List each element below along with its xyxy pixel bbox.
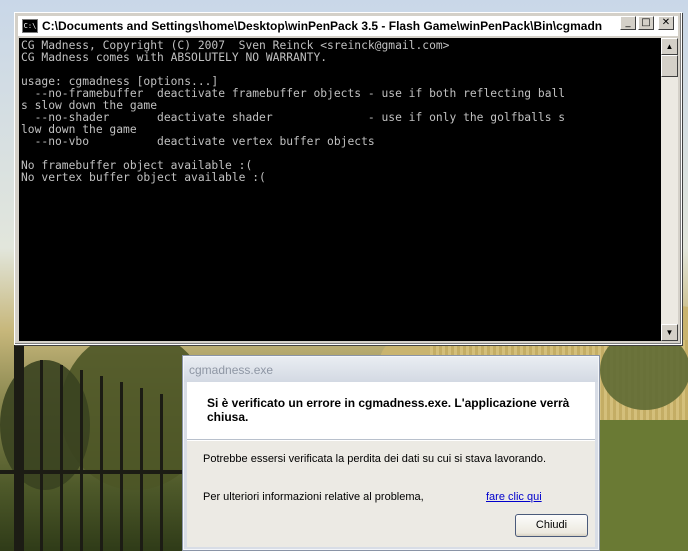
console-window[interactable]: C:\ C:\Documents and Settings\home\Deskt…	[14, 12, 682, 345]
error-message-heading: Si è verificato un errore in cgmadness.e…	[207, 396, 570, 424]
dialog-content: Si è verificato un errore in cgmadness.e…	[187, 382, 595, 547]
wallpaper-grass	[600, 420, 688, 551]
dialog-details: Potrebbe essersi verificata la perdita d…	[187, 441, 595, 547]
wallpaper-gate-bar	[100, 376, 103, 551]
dialog-titlebar[interactable]: cgmadness.exe	[184, 357, 598, 382]
console-window-title: C:\Documents and Settings\home\Desktop\w…	[42, 19, 602, 33]
wallpaper-gate-bar	[120, 382, 123, 551]
wallpaper-gate-bar	[60, 365, 63, 551]
maximize-button[interactable]: □	[638, 16, 654, 30]
close-window-button[interactable]: ✕	[658, 16, 674, 30]
data-loss-warning-text: Potrebbe essersi verificata la perdita d…	[203, 453, 547, 465]
dialog-header: Si è verificato un errore in cgmadness.e…	[187, 382, 595, 440]
scrollbar-thumb[interactable]	[661, 55, 678, 77]
scroll-down-button[interactable]: ▼	[661, 324, 678, 341]
console-icon[interactable]: C:\	[22, 19, 38, 33]
wallpaper-gate-post	[14, 345, 24, 551]
error-dialog[interactable]: cgmadness.exe Si è verificato un errore …	[182, 355, 600, 551]
close-button[interactable]: Chiudi	[515, 514, 588, 537]
more-info-text: Per ulteriori informazioni relative al p…	[203, 491, 424, 503]
vertical-scrollbar[interactable]: ▲ ▼	[661, 38, 678, 341]
wallpaper-gate-bar	[80, 370, 83, 551]
wallpaper-gate-bar	[40, 360, 43, 551]
console-output-text: CG Madness, Copyright (C) 2007 Sven Rein…	[21, 39, 566, 184]
console-output-area[interactable]: CG Madness, Copyright (C) 2007 Sven Rein…	[19, 38, 661, 341]
minimize-button[interactable]: _	[620, 16, 636, 30]
console-titlebar[interactable]: C:\ C:\Documents and Settings\home\Deskt…	[18, 16, 678, 36]
dialog-title: cgmadness.exe	[189, 363, 274, 377]
more-info-link[interactable]: fare clic qui	[486, 491, 542, 503]
scroll-up-button[interactable]: ▲	[661, 38, 678, 55]
wallpaper-gate-rail	[0, 470, 182, 474]
